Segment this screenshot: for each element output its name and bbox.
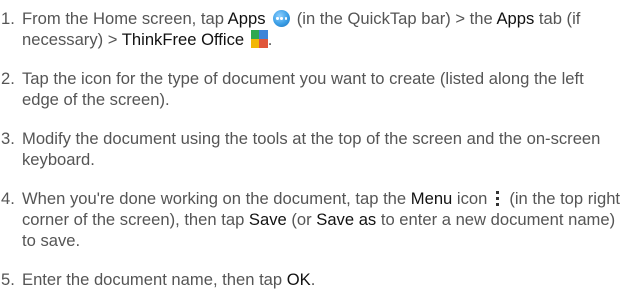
step-text: . bbox=[310, 270, 316, 289]
step-5: 5. Enter the document name, then tap OK. bbox=[1, 269, 621, 290]
save-term: Save bbox=[248, 210, 287, 229]
thinkfree-office-icon bbox=[250, 30, 268, 48]
ok-term: OK bbox=[286, 270, 311, 289]
apps-term: Apps bbox=[227, 9, 266, 28]
step-text: (or bbox=[286, 210, 317, 229]
step-text: Tap the icon for the type of document yo… bbox=[22, 69, 584, 109]
thinkfree-office-term: ThinkFree Office bbox=[121, 30, 245, 49]
step-1: 1. From the Home screen, tap Apps (in th… bbox=[1, 8, 621, 50]
apps-icon bbox=[273, 10, 291, 27]
step-3: 3. Modify the document using the tools a… bbox=[1, 128, 621, 170]
step-text: icon bbox=[452, 189, 488, 208]
step-text: Enter the document name, then tap bbox=[22, 270, 287, 289]
step-number: 4. bbox=[1, 189, 15, 208]
step-2: 2. Tap the icon for the type of document… bbox=[1, 68, 621, 110]
step-number: 1. bbox=[1, 9, 15, 28]
step-text: Modify the document using the tools at t… bbox=[22, 129, 601, 169]
step-text: (in the QuickTap bar) > the bbox=[292, 9, 497, 28]
step-text: When you're done working on the document… bbox=[22, 189, 411, 208]
step-number: 5. bbox=[1, 270, 15, 289]
instruction-list: 1. From the Home screen, tap Apps (in th… bbox=[1, 8, 621, 290]
menu-term: Menu bbox=[410, 189, 453, 208]
apps-tab-term: Apps bbox=[496, 9, 535, 28]
save-as-term: Save as bbox=[316, 210, 377, 229]
step-text: . bbox=[267, 30, 273, 49]
step-number: 3. bbox=[1, 129, 15, 148]
step-4: 4. When you're done working on the docum… bbox=[1, 188, 621, 251]
step-text: From the Home screen, tap bbox=[22, 9, 228, 28]
step-number: 2. bbox=[1, 69, 15, 88]
menu-icon bbox=[496, 191, 500, 206]
